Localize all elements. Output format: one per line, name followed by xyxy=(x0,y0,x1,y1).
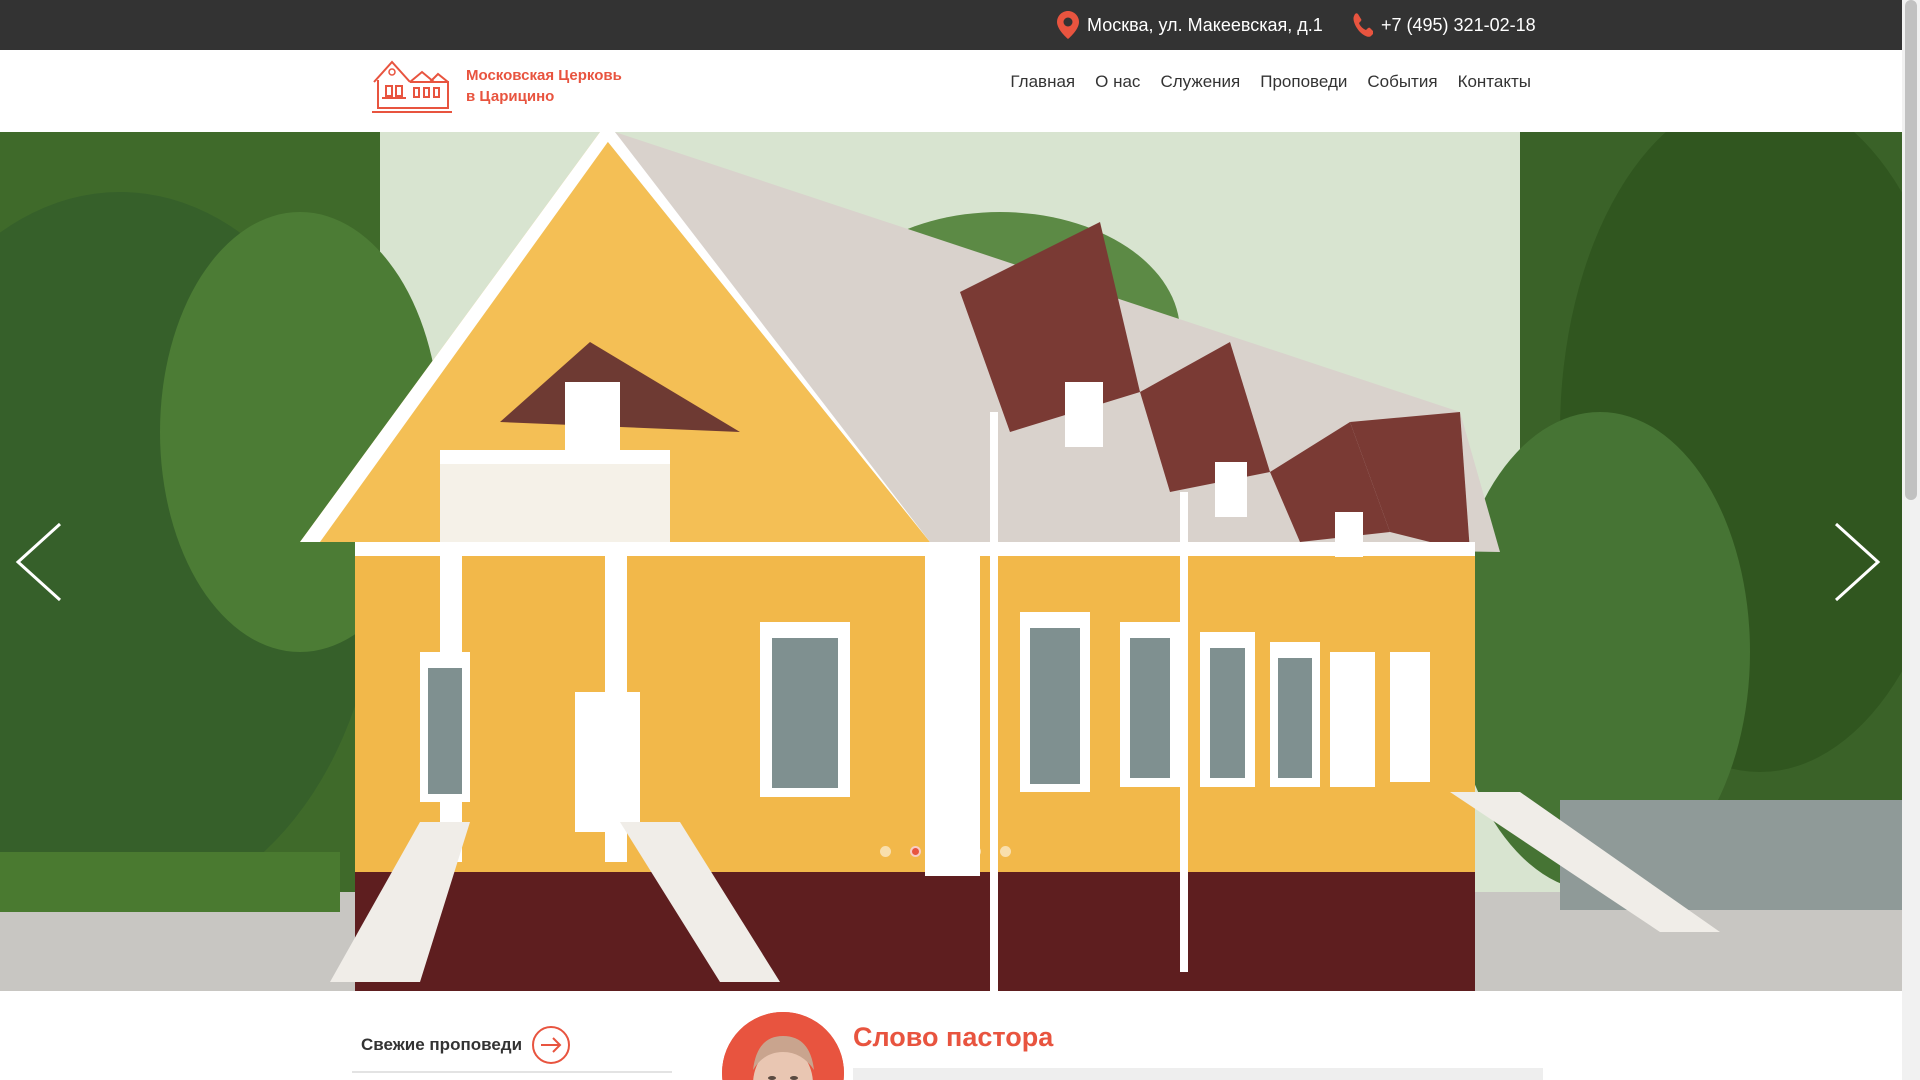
slider-prev-arrow[interactable] xyxy=(10,520,70,604)
phone-text[interactable]: +7 (495) 321-02-18 xyxy=(1381,15,1536,36)
nav-item-about[interactable]: О нас xyxy=(1095,72,1140,92)
fresh-sermons-header: Свежие проповеди xyxy=(352,1019,672,1073)
slider-dot-3[interactable] xyxy=(940,846,951,857)
scrollbar-thumb[interactable] xyxy=(1905,0,1917,500)
slider-dot-1[interactable] xyxy=(880,846,891,857)
arrow-right-icon xyxy=(541,1037,562,1053)
address-block: Москва, ул. Макеевская, д.1 xyxy=(1057,0,1323,50)
phone-block[interactable]: +7 (495) 321-02-18 xyxy=(1351,0,1536,50)
pastor-content-strip xyxy=(853,1068,1543,1080)
hero-slider[interactable] xyxy=(0,132,1902,991)
nav-item-ministries[interactable]: Служения xyxy=(1160,72,1240,92)
fresh-sermons-label[interactable]: Свежие проповеди xyxy=(361,1035,522,1055)
main-nav: Главная О нас Служения Проповеди События… xyxy=(990,72,1531,92)
logo-line-1: Московская Церковь xyxy=(466,67,622,84)
slider-dot-4[interactable] xyxy=(970,846,981,857)
address-text: Москва, ул. Макеевская, д.1 xyxy=(1087,14,1323,35)
slider-dot-2[interactable] xyxy=(910,846,921,857)
pastor-word-title: Слово пастора xyxy=(853,1022,1054,1052)
site-logo[interactable]: Московская Церковь в Царицино xyxy=(370,58,622,114)
nav-item-events[interactable]: События xyxy=(1367,72,1437,92)
logo-text[interactable]: Московская Церковь в Царицино xyxy=(466,65,622,107)
nav-item-contacts[interactable]: Контакты xyxy=(1458,72,1531,92)
slider-dots xyxy=(880,846,1030,857)
location-pin-icon xyxy=(1057,11,1079,39)
slider-dot-5[interactable] xyxy=(1000,846,1011,857)
phone-icon xyxy=(1353,13,1373,37)
chevron-left-icon xyxy=(15,522,62,602)
church-logo-icon xyxy=(372,60,452,113)
site-header: Московская Церковь в Царицино Главная О … xyxy=(0,50,1902,132)
pastor-avatar xyxy=(722,1012,844,1080)
page-scrollbar[interactable] xyxy=(1902,0,1920,1080)
nav-item-home[interactable]: Главная xyxy=(1010,72,1075,92)
chevron-right-icon xyxy=(1834,522,1881,602)
logo-line-2: в Царицино xyxy=(466,88,555,105)
church-building-photo xyxy=(0,132,1902,991)
pastor-portrait xyxy=(722,1012,844,1080)
nav-item-sermons[interactable]: Проповеди xyxy=(1260,72,1347,92)
top-contact-bar: Москва, ул. Макеевская, д.1 +7 (495) 321… xyxy=(0,0,1902,50)
fresh-sermons-more-button[interactable] xyxy=(532,1026,571,1064)
slider-next-arrow[interactable] xyxy=(1826,520,1886,604)
